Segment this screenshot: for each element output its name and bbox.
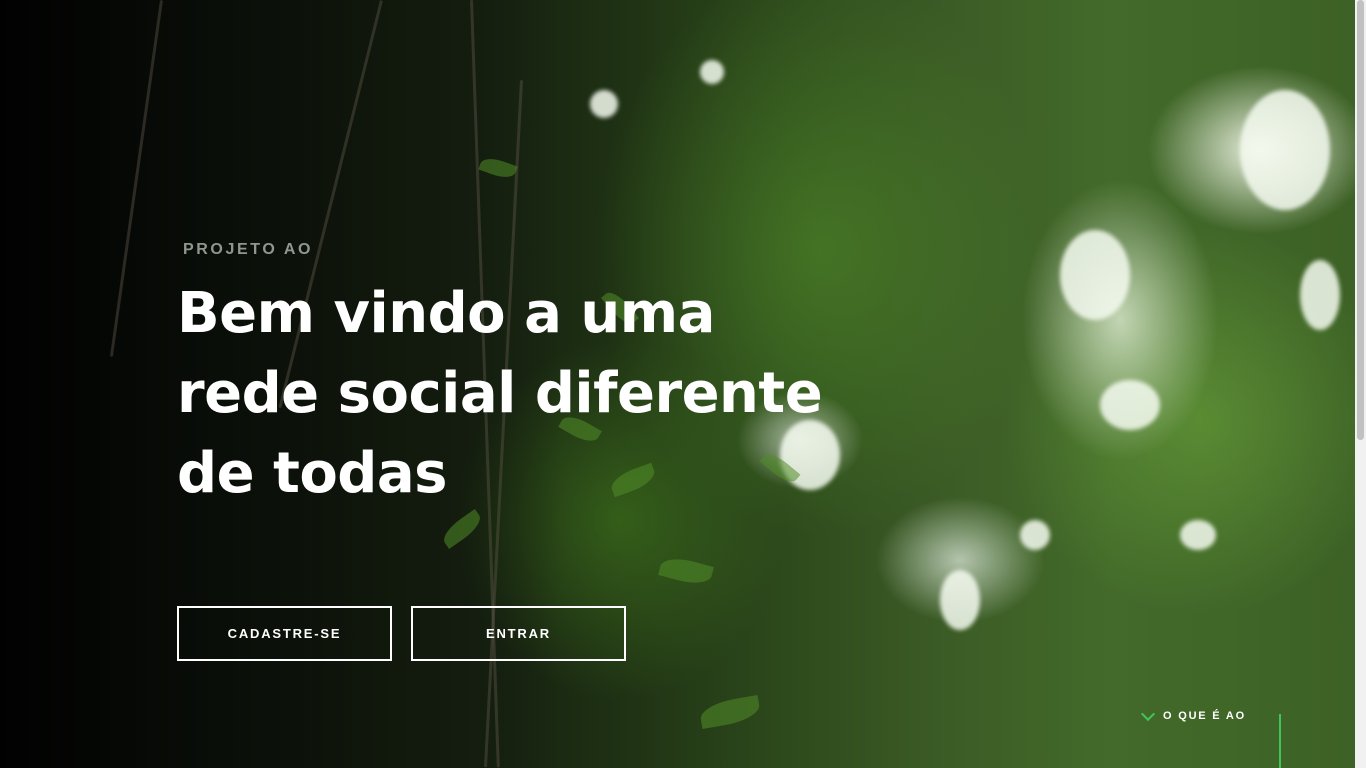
light-spot [940,570,980,630]
light-spot [1180,520,1216,550]
login-button[interactable]: ENTRAR [411,606,626,661]
scroll-down-label: O QUE É AO [1163,710,1246,722]
headline-line-1: Bem vindo a uma [177,281,715,346]
light-spot [1100,380,1160,430]
headline-line-3: de todas [177,441,448,506]
scroll-indicator-line [1279,714,1281,768]
chevron-down-icon [1140,706,1156,722]
light-spot [700,60,724,84]
light-spot [1300,260,1340,330]
scrollbar-thumb[interactable] [1357,0,1364,440]
signup-button[interactable]: CADASTRE-SE [177,606,392,661]
page-scrollbar[interactable] [1355,0,1366,768]
leaf [658,553,714,589]
light-spot [1240,90,1330,210]
scroll-down-link[interactable]: O QUE É AO [1140,706,1246,726]
leaf [698,694,762,730]
project-eyebrow: PROJETO AO [183,241,314,258]
light-spot [1060,230,1130,320]
light-spot [1020,520,1050,550]
hero-headline: Bem vindo a uma rede social diferente de… [177,274,823,514]
light-spot [590,90,618,118]
headline-line-2: rede social diferente [177,361,823,426]
